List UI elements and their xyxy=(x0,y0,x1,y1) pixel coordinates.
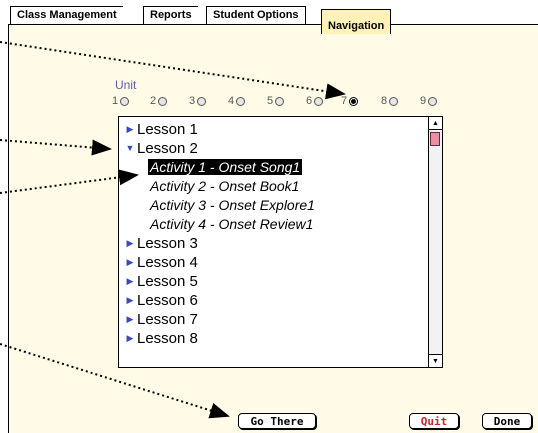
disclosure-right-icon[interactable]: ▶ xyxy=(123,276,137,287)
unit-option-6[interactable]: 6 xyxy=(306,94,324,108)
radio-button[interactable] xyxy=(197,96,207,106)
unit-option-7[interactable]: 7 xyxy=(341,94,359,108)
unit-option-9[interactable]: 9 xyxy=(420,94,438,108)
go-there-button[interactable]: Go There xyxy=(238,413,316,429)
activity-label: Activity 3 - Onset Explore1 xyxy=(150,197,315,213)
lesson-label: Lesson 8 xyxy=(137,329,198,347)
lesson-label: Lesson 4 xyxy=(137,253,198,271)
unit-number: 8 xyxy=(381,95,388,107)
activity-label: Activity 4 - Onset Review1 xyxy=(150,216,314,232)
unit-option-2[interactable]: 2 xyxy=(150,94,168,108)
unit-option-3[interactable]: 3 xyxy=(189,94,207,108)
done-button[interactable]: Done xyxy=(482,413,532,429)
unit-number: 7 xyxy=(341,95,348,107)
radio-button[interactable] xyxy=(428,96,438,106)
unit-number: 9 xyxy=(420,95,427,107)
unit-number: 2 xyxy=(150,95,157,107)
unit-number: 3 xyxy=(189,95,196,107)
disclosure-right-icon[interactable]: ▶ xyxy=(123,295,137,306)
lesson-list[interactable]: ▶ Lesson 1 ▼ Lesson 2 Activity 1 - Onset… xyxy=(118,116,443,368)
vertical-scrollbar[interactable]: ▲ ▼ xyxy=(428,117,442,367)
lesson-label: Lesson 6 xyxy=(137,291,198,309)
unit-option-1[interactable]: 1 xyxy=(112,94,130,108)
unit-option-8[interactable]: 8 xyxy=(381,94,399,108)
list-item-lesson-1[interactable]: ▶ Lesson 1 xyxy=(123,119,198,139)
disclosure-right-icon[interactable]: ▶ xyxy=(123,124,137,135)
list-item-activity-4[interactable]: Activity 4 - Onset Review1 xyxy=(150,214,313,234)
unit-label: Unit xyxy=(115,78,137,92)
disclosure-right-icon[interactable]: ▶ xyxy=(123,257,137,268)
scroll-up-arrow-icon[interactable]: ▲ xyxy=(429,117,442,130)
list-item-lesson-3[interactable]: ▶ Lesson 3 xyxy=(123,233,198,253)
tab-reports[interactable]: Reports xyxy=(143,6,198,24)
quit-button[interactable]: Quit xyxy=(409,413,459,429)
radio-button[interactable] xyxy=(236,96,246,106)
list-item-lesson-5[interactable]: ▶ Lesson 5 xyxy=(123,271,198,291)
list-item-lesson-6[interactable]: ▶ Lesson 6 xyxy=(123,290,198,310)
list-item-activity-3[interactable]: Activity 3 - Onset Explore1 xyxy=(150,195,315,215)
unit-number: 5 xyxy=(267,95,274,107)
radio-button[interactable] xyxy=(275,96,285,106)
list-item-lesson-8[interactable]: ▶ Lesson 8 xyxy=(123,328,198,348)
unit-number: 6 xyxy=(306,95,313,107)
list-item-activity-1[interactable]: Activity 1 - Onset Song1 xyxy=(148,157,303,177)
lesson-label: Lesson 3 xyxy=(137,234,198,252)
disclosure-right-icon[interactable]: ▶ xyxy=(123,314,137,325)
radio-button[interactable] xyxy=(389,96,399,106)
activity-label-selected: Activity 1 - Onset Song1 xyxy=(148,159,303,175)
radio-button[interactable] xyxy=(314,96,324,106)
scroll-down-arrow-icon[interactable]: ▼ xyxy=(429,354,442,367)
radio-button[interactable] xyxy=(120,96,130,106)
list-item-lesson-7[interactable]: ▶ Lesson 7 xyxy=(123,309,198,329)
lesson-label: Lesson 2 xyxy=(137,139,198,157)
radio-button[interactable] xyxy=(158,96,168,106)
disclosure-right-icon[interactable]: ▶ xyxy=(123,333,137,344)
activity-label: Activity 2 - Onset Book1 xyxy=(150,178,300,194)
unit-number: 1 xyxy=(112,95,119,107)
tab-navigation[interactable]: Navigation xyxy=(321,9,392,34)
list-item-lesson-2[interactable]: ▼ Lesson 2 xyxy=(123,138,198,158)
radio-button-selected[interactable] xyxy=(349,96,359,106)
unit-option-4[interactable]: 4 xyxy=(228,94,246,108)
disclosure-right-icon[interactable]: ▶ xyxy=(123,238,137,249)
tab-student-options[interactable]: Student Options xyxy=(206,6,306,24)
unit-number: 4 xyxy=(228,95,235,107)
unit-option-5[interactable]: 5 xyxy=(267,94,285,108)
disclosure-down-icon[interactable]: ▼ xyxy=(123,143,137,153)
tab-class-management[interactable]: Class Management xyxy=(10,6,123,24)
lesson-label: Lesson 7 xyxy=(137,310,198,328)
lesson-label: Lesson 1 xyxy=(137,120,198,138)
lesson-label: Lesson 5 xyxy=(137,272,198,290)
list-item-lesson-4[interactable]: ▶ Lesson 4 xyxy=(123,252,198,272)
scroll-thumb[interactable] xyxy=(430,132,440,146)
list-item-activity-2[interactable]: Activity 2 - Onset Book1 xyxy=(150,176,299,196)
